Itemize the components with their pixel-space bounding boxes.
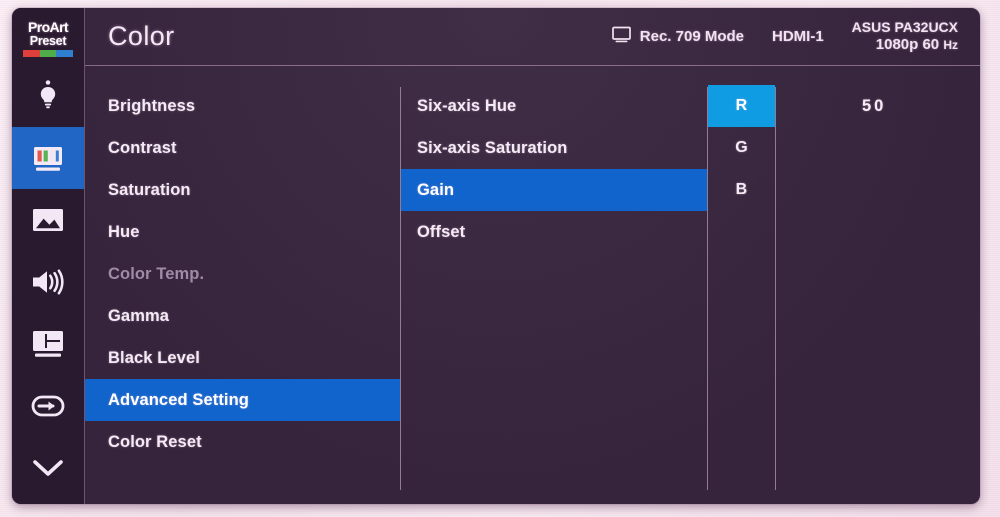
column-divider-1 — [400, 87, 401, 490]
logo-bar-green — [39, 49, 57, 57]
model-and-resolution: ASUS PA32UCX 1080p 60 Hz — [852, 19, 958, 54]
menu-item-color-temp: Color Temp. — [108, 264, 205, 283]
logo-line-preset: Preset — [29, 33, 67, 48]
menu-item-gain-r[interactable]: R — [708, 85, 775, 127]
column-divider-2 — [707, 87, 708, 490]
sidebar-item-sound[interactable] — [12, 251, 84, 313]
sidebar-item-proart-palette[interactable] — [12, 65, 84, 127]
menu-column-1: Brightness Contrast Saturation Hue Color… — [84, 65, 400, 463]
sidebar-item-color[interactable] — [12, 127, 84, 189]
preset-mode-status: Rec. 709 Mode — [611, 26, 744, 47]
sidebar-item-input-select[interactable] — [12, 375, 84, 437]
sidebar-item-image[interactable] — [12, 189, 84, 251]
speaker-icon — [28, 265, 68, 299]
menu-column-3: R G B — [708, 65, 775, 211]
menu-item-contrast[interactable]: Contrast — [84, 127, 400, 169]
lightbulb-icon — [30, 78, 66, 114]
menu-item-offset[interactable]: Offset — [401, 211, 707, 253]
preset-mode-label: Rec. 709 Mode — [639, 28, 744, 45]
menu-column-2: Six-axis Hue Six-axis Saturation Gain Of… — [401, 65, 707, 253]
chevron-down-icon — [28, 453, 68, 483]
model-label: ASUS PA32UCX — [851, 19, 958, 35]
logo-bar-red — [23, 49, 40, 57]
column-divider-3 — [775, 87, 776, 490]
sidebar-item-pip-pbp[interactable] — [12, 313, 84, 375]
menu-item-advanced-setting[interactable]: Advanced Setting — [84, 379, 400, 421]
pip-pbp-icon — [29, 326, 67, 362]
menu-body: Brightness Contrast Saturation Hue Color… — [84, 65, 980, 504]
menu-item-gain[interactable]: Gain — [401, 169, 707, 211]
image-icon — [29, 203, 67, 237]
menu-item-color-reset[interactable]: Color Reset — [84, 421, 400, 463]
status-bar: Rec. 709 Mode HDMI-1 ASUS PA32UCX 1080p … — [611, 19, 958, 54]
sidebar-item-more[interactable] — [12, 437, 84, 499]
menu-item-saturation[interactable]: Saturation — [84, 169, 400, 211]
color-monitor-icon — [28, 140, 68, 176]
menu-item-black-level[interactable]: Black Level — [84, 337, 400, 379]
value-pane: 50 — [776, 65, 980, 127]
gain-r-value: 50 — [862, 96, 887, 115]
menu-item-gain-b[interactable]: B — [708, 169, 775, 211]
monitor-icon — [611, 26, 631, 47]
input-select-icon — [29, 390, 67, 422]
menu-item-six-axis-hue[interactable]: Six-axis Hue — [401, 85, 707, 127]
logo-line-proart: ProArt — [28, 18, 69, 35]
menu-item-six-axis-saturation[interactable]: Six-axis Saturation — [401, 127, 707, 169]
menu-item-brightness[interactable]: Brightness — [84, 85, 400, 127]
osd-panel: ProArt Preset Color Rec. 709 Mode HDMI-1… — [12, 8, 980, 504]
logo-bar-blue — [56, 49, 74, 57]
menu-item-gain-g[interactable]: G — [708, 127, 775, 169]
sidebar: ProArt Preset — [12, 8, 85, 504]
resolution-label: 1080p 60 Hz — [875, 36, 958, 53]
menu-item-hue[interactable]: Hue — [84, 211, 400, 253]
logo-rgb-bars — [23, 49, 74, 57]
input-source-label: HDMI-1 — [772, 28, 824, 45]
proart-preset-logo: ProArt Preset — [12, 8, 84, 65]
menu-item-gamma[interactable]: Gamma — [84, 295, 400, 337]
photo-backdrop: ProArt Preset Color Rec. 709 Mode HDMI-1… — [0, 0, 1000, 517]
page-title: Color — [108, 21, 175, 51]
header: Color Rec. 709 Mode HDMI-1 ASUS PA32UCX … — [84, 8, 980, 66]
